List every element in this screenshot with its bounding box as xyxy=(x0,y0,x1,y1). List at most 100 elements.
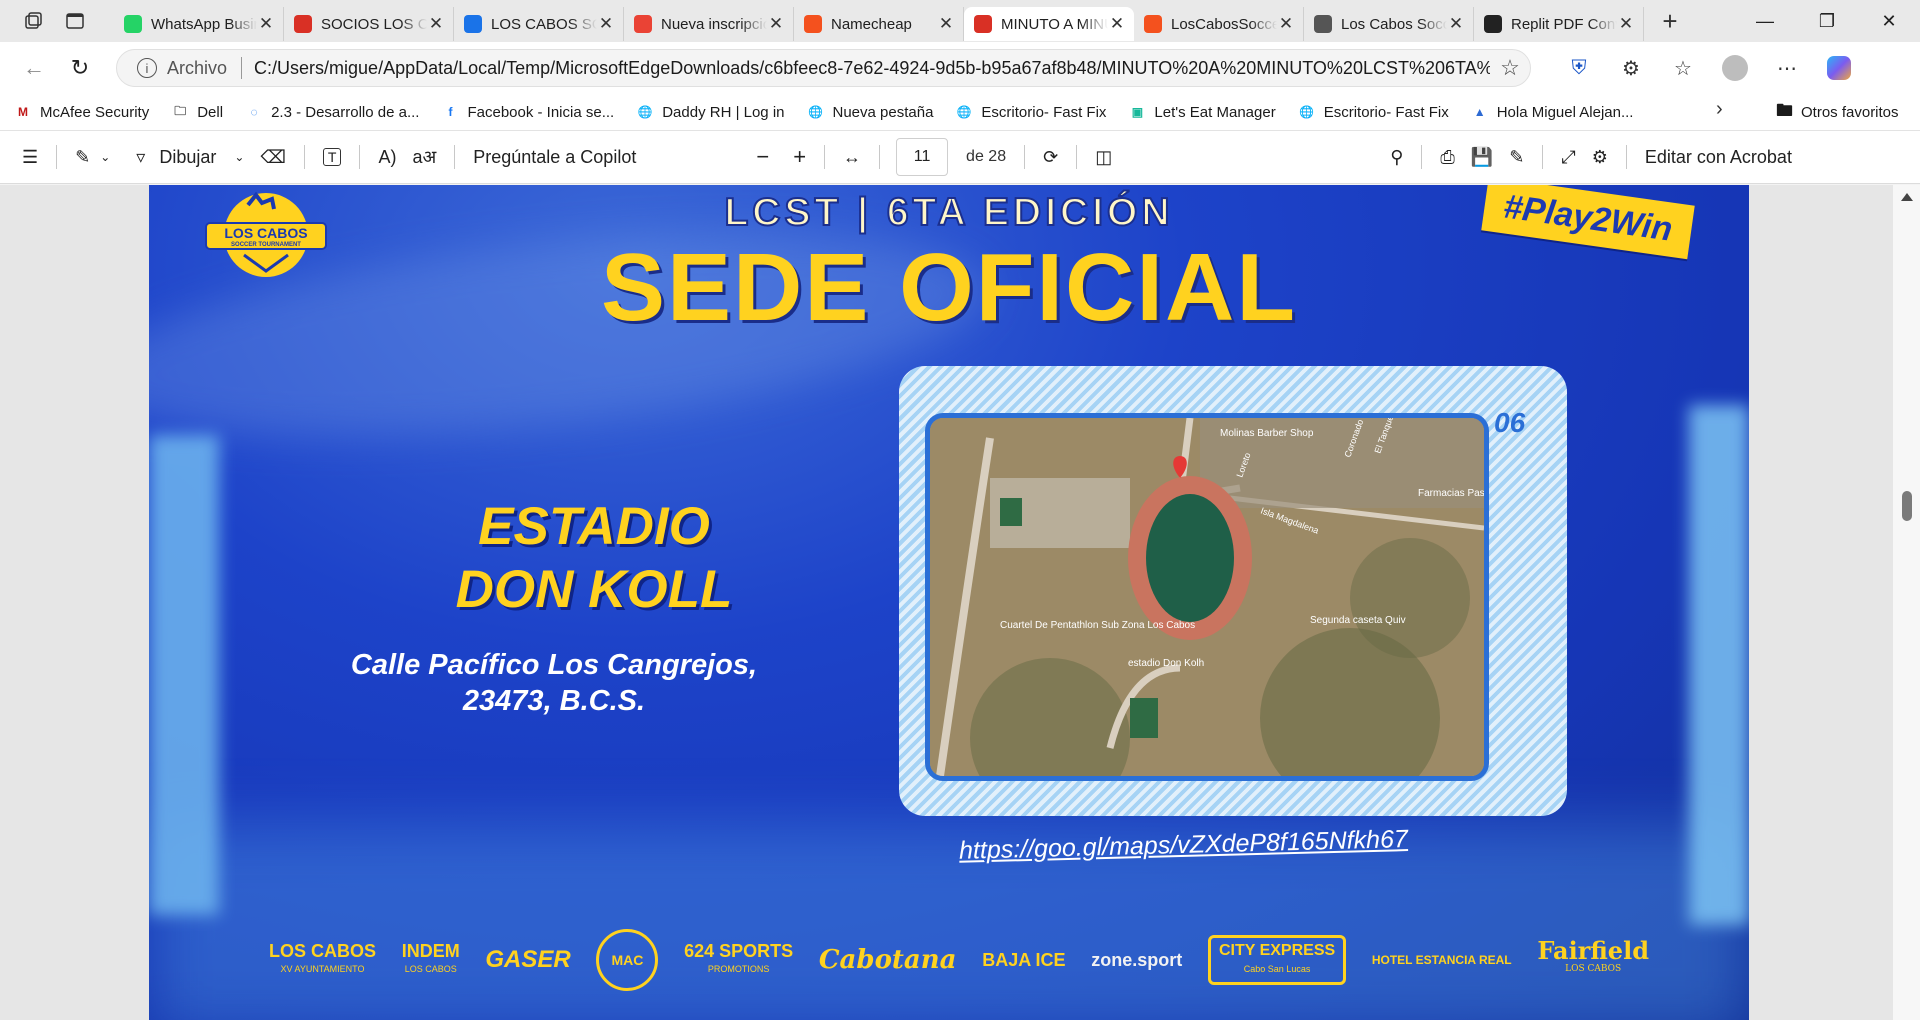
minimize-button[interactable]: — xyxy=(1734,0,1796,42)
favorite-item[interactable]: M McAfee Security xyxy=(14,103,149,121)
close-tab-icon[interactable]: ✕ xyxy=(1617,14,1635,34)
browser-tab[interactable]: Los Cabos Soccer✕ xyxy=(1304,7,1474,41)
browser-tab[interactable]: LOS CABOS SOCCER✕ xyxy=(454,7,624,41)
fullscreen-button[interactable]: ⤢ xyxy=(1553,137,1583,177)
info-icon[interactable]: i xyxy=(137,58,157,78)
highlighter-icon: ✎ xyxy=(75,146,91,167)
facebook-icon: f xyxy=(448,105,453,119)
page-number-input[interactable]: 11 xyxy=(896,138,949,176)
tab-favicon-icon xyxy=(124,15,142,33)
close-tab-icon[interactable]: ✕ xyxy=(1108,14,1126,34)
chevron-right-icon[interactable]: › xyxy=(1716,98,1723,121)
eraser-button[interactable]: ⌫ xyxy=(252,137,293,177)
extensions-icon[interactable]: ⚙ xyxy=(1605,48,1657,88)
close-tab-icon[interactable]: ✕ xyxy=(597,14,615,34)
favorite-label: 2.3 - Desarrollo de a... xyxy=(271,103,420,121)
url-field[interactable]: i Archivo C:/Users/migue/AppData/Local/T… xyxy=(116,49,1531,87)
favorite-item[interactable]: ▣ Let's Eat Manager xyxy=(1128,103,1276,121)
tab-title: LosCabosSoccer xyxy=(1171,15,1277,33)
browser-tab[interactable]: Replit PDF Converter✕ xyxy=(1474,7,1644,41)
translate-button[interactable]: aअ xyxy=(404,137,444,177)
contents-icon[interactable]: ☰ xyxy=(14,137,46,177)
tab-title: MINUTO A MINUTO xyxy=(1001,15,1108,33)
eraser-icon: ⌫ xyxy=(260,146,286,167)
favorite-item[interactable]: f Facebook - Inicia se... xyxy=(441,103,614,121)
sponsor-logo: CITY EXPRESS Cabo San Lucas xyxy=(1207,935,1347,985)
edit-acrobat-button[interactable]: Editar con Acrobat xyxy=(1637,137,1800,177)
save-as-button[interactable]: ✎ xyxy=(1501,137,1532,177)
map-label: Segunda caseta Quiv xyxy=(1310,615,1406,626)
tab-favicon-icon xyxy=(974,15,992,33)
favorite-item[interactable]: 🌐 Nueva pestaña xyxy=(807,103,934,121)
favorite-item[interactable]: 🌐 Daddy RH | Log in xyxy=(636,103,785,121)
back-button[interactable]: ← xyxy=(12,46,56,90)
print-button[interactable]: ⎙ xyxy=(1432,137,1462,177)
globe-icon: 🌐 xyxy=(1299,105,1315,119)
favorite-item[interactable]: 🌐 Escritorio- Fast Fix xyxy=(955,103,1107,121)
close-tab-icon[interactable]: ✕ xyxy=(767,14,785,34)
save-button[interactable]: 💾 xyxy=(1463,137,1501,177)
browser-tab[interactable]: Nueva inscripción✕ xyxy=(624,7,794,41)
stadium-address: Calle Pacífico Los Cangrejos, 23473, B.C… xyxy=(319,647,789,719)
restore-button[interactable]: ❐ xyxy=(1796,0,1858,42)
text-box-button[interactable]: T xyxy=(315,137,350,177)
tab-favicon-icon xyxy=(1484,15,1502,33)
close-window-button[interactable]: ✕ xyxy=(1858,0,1920,42)
browser-tab[interactable]: LosCabosSoccer ✕ xyxy=(1134,7,1304,41)
pdf-viewer[interactable]: LOS CABOS SOCCER TOURNAMENT LCST | 6TA E… xyxy=(0,185,1920,1020)
browser-tab[interactable]: SOCIOS LOS CABOS✕ xyxy=(284,7,454,41)
tab-favicon-icon xyxy=(634,15,652,33)
copilot-icon[interactable] xyxy=(1813,48,1865,88)
zoom-out-button[interactable]: − xyxy=(748,137,777,177)
favorite-label: Nueva pestaña xyxy=(832,103,934,121)
workspaces-icon[interactable] xyxy=(12,0,54,42)
search-button[interactable]: ⚲ xyxy=(1382,137,1411,177)
divider xyxy=(1625,145,1627,169)
vertical-tabs-icon[interactable] xyxy=(54,0,96,42)
profile-avatar[interactable] xyxy=(1709,48,1761,88)
other-favorites[interactable]: 🖿 Otros favoritos xyxy=(1776,94,1899,130)
copilot-ask-button[interactable]: Pregúntale a Copilot xyxy=(465,137,644,177)
draw-button[interactable]: ▿ Dibujar ⌄ xyxy=(128,137,252,177)
favorite-item[interactable]: ▲ Hola Miguel Alejan... xyxy=(1471,103,1634,121)
zoom-in-button[interactable]: + xyxy=(785,137,814,177)
map-label: Molinas Barber Shop xyxy=(1220,428,1314,439)
settings-button[interactable]: ⚙ xyxy=(1584,137,1616,177)
divider xyxy=(1024,145,1026,169)
rotate-button[interactable]: ⟳ xyxy=(1035,137,1066,177)
close-tab-icon[interactable]: ✕ xyxy=(937,14,955,34)
new-tab-button[interactable]: + xyxy=(1650,4,1690,38)
url-text[interactable]: C:/Users/migue/AppData/Local/Temp/Micros… xyxy=(254,58,1490,79)
sponsor-name: MAC xyxy=(611,952,644,968)
favorites-icon[interactable]: ☆ xyxy=(1657,48,1709,88)
more-menu-icon[interactable]: ⋯ xyxy=(1761,48,1813,88)
favorite-label: Escritorio- Fast Fix xyxy=(981,103,1107,121)
favorite-label: Dell xyxy=(197,103,224,121)
favorite-star-icon[interactable]: ☆ xyxy=(1490,55,1530,81)
tab-list: WhatsApp Business✕SOCIOS LOS CABOS✕LOS C… xyxy=(114,0,1644,42)
reload-button[interactable]: ↻ xyxy=(58,46,102,90)
close-tab-icon[interactable]: ✕ xyxy=(257,14,275,34)
shield-extension-icon[interactable]: ⛨ xyxy=(1553,48,1605,88)
favorite-item[interactable]: 🗀 Dell xyxy=(171,103,223,121)
browser-tab[interactable]: WhatsApp Business✕ xyxy=(114,7,284,41)
scrollbar-thumb[interactable] xyxy=(1902,491,1912,521)
fit-page-button[interactable]: ↔ xyxy=(835,137,869,177)
vertical-scrollbar[interactable] xyxy=(1893,185,1920,1020)
omnibox-divider xyxy=(241,57,243,79)
favorite-item[interactable]: 🌐 Escritorio- Fast Fix xyxy=(1298,103,1449,121)
close-tab-icon[interactable]: ✕ xyxy=(1447,14,1465,34)
close-tab-icon[interactable]: ✕ xyxy=(427,14,445,34)
page-view-button[interactable]: ◫ xyxy=(1087,137,1120,177)
browser-tab[interactable]: Namecheap ✕ xyxy=(794,7,964,41)
close-tab-icon[interactable]: ✕ xyxy=(1277,14,1295,34)
scroll-up-arrow-icon[interactable] xyxy=(1901,193,1913,201)
sponsor-logo: GASER xyxy=(485,948,570,972)
address-line: Calle Pacífico Los Cangrejos, xyxy=(350,649,758,681)
read-aloud-button[interactable]: A) xyxy=(370,137,404,177)
highlight-button[interactable]: ✎ ⌄ xyxy=(67,137,118,177)
sponsor-logo: MAC xyxy=(596,929,659,991)
browser-tab[interactable]: MINUTO A MINUTO✕ xyxy=(964,7,1134,41)
favorite-item[interactable]: ◌ 2.3 - Desarrollo de a... xyxy=(245,103,419,121)
tab-favicon-icon xyxy=(804,15,822,33)
